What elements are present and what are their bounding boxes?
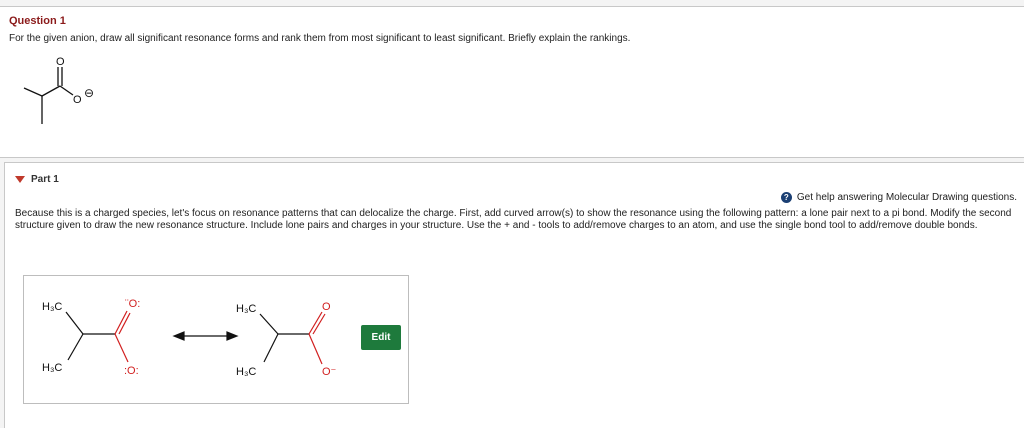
- edit-button[interactable]: Edit: [361, 325, 401, 350]
- question-text: For the given anion, draw all significan…: [9, 33, 631, 44]
- h3c-label-top-left: H₃C: [42, 301, 62, 313]
- h3c-label-bottom-left: H₃C: [42, 362, 62, 374]
- question-panel: Question 1 For the given anion, draw all…: [0, 6, 1024, 158]
- h3c-label-top-right: H₃C: [236, 303, 256, 315]
- given-anion-structure: O O ⊖: [23, 56, 94, 124]
- oxygen-top-left: ¨O:: [125, 298, 140, 310]
- question-title: Question 1: [9, 15, 66, 27]
- resonance-drawing-area: H₃C H₃C ¨O: :O: H₃C H₃C O O⁻: [23, 275, 409, 404]
- part-toggle[interactable]: Part 1: [15, 174, 59, 185]
- part-instructions: Because this is a charged species, let's…: [15, 208, 1012, 231]
- oxygen-bottom-left: :O:: [124, 365, 139, 377]
- part-panel: Part 1 ? Get help answering Molecular Dr…: [4, 162, 1024, 428]
- h3c-label-bottom-right: H₃C: [236, 366, 256, 378]
- part-label: Part 1: [31, 174, 59, 185]
- svg-text:O: O: [56, 56, 65, 68]
- question-mark-icon: ?: [780, 192, 792, 203]
- oxygen-bottom-right: O⁻: [322, 366, 337, 378]
- collapse-triangle-icon[interactable]: [15, 176, 25, 183]
- resonance-structures: H₃C H₃C ¨O: :O: H₃C H₃C O O⁻: [42, 298, 337, 378]
- negative-charge-symbol: ⊖: [84, 86, 94, 100]
- oxygen-top-right: O: [322, 301, 331, 313]
- help-text[interactable]: Get help answering Molecular Drawing que…: [797, 192, 1017, 203]
- help-link[interactable]: ? Get help answering Molecular Drawing q…: [780, 192, 1017, 203]
- svg-text:O: O: [73, 94, 82, 106]
